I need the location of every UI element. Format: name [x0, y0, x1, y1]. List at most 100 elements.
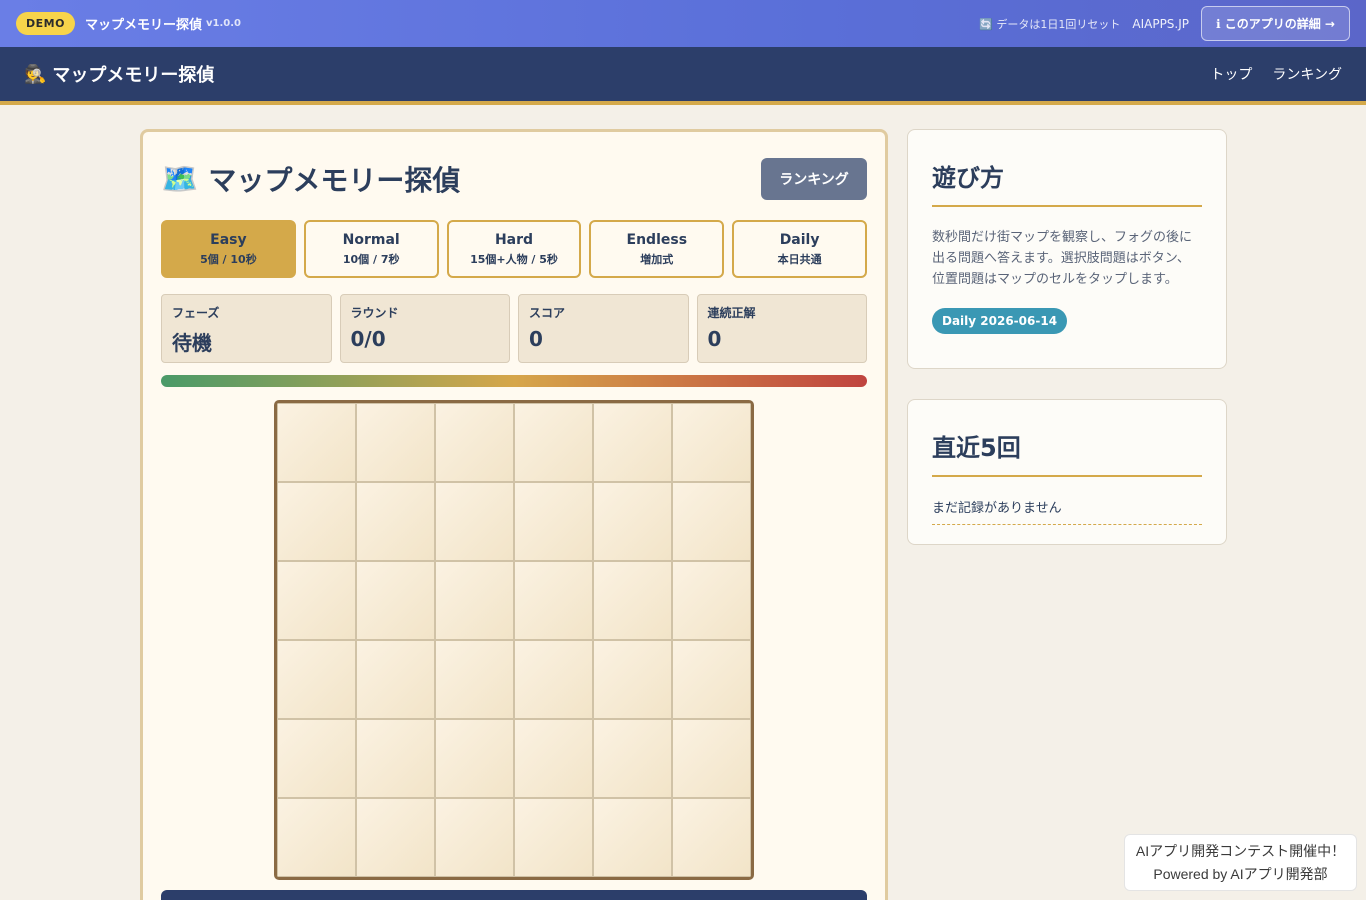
map-cell[interactable] — [277, 482, 356, 561]
map-cell[interactable] — [593, 482, 672, 561]
nav-links: トップ ランキング — [1210, 64, 1342, 84]
map-cell[interactable] — [672, 561, 751, 640]
recent-title: 直近5回 — [932, 428, 1202, 477]
demo-bar: DEMO マップメモリー探偵 v1.0.0 🔄 データは1日1回リセット AIA… — [0, 0, 1366, 47]
page-title-text: マップメモリー探偵 — [208, 164, 461, 197]
action-bar[interactable] — [161, 890, 867, 900]
mode-sub: 増加式 — [640, 252, 674, 266]
mode-name: Normal — [342, 231, 400, 248]
board-wrap — [161, 400, 867, 880]
map-icon: 🗺️ — [161, 161, 199, 197]
map-cell[interactable] — [435, 482, 514, 561]
map-cell[interactable] — [435, 640, 514, 719]
mode-name: Hard — [494, 231, 534, 248]
stat-value: 待機 — [172, 331, 212, 355]
game-panel: 🗺️ マップメモリー探偵 ランキング Easy 5個 / 10秒 Normal … — [140, 129, 888, 900]
map-cell[interactable] — [356, 561, 435, 640]
timer-bar — [161, 375, 867, 387]
map-cell[interactable] — [593, 719, 672, 798]
stat-label: 連続正解 — [707, 306, 756, 320]
recent-panel: 直近5回 まだ記録がありません — [907, 399, 1227, 545]
stat-value: 0 — [707, 327, 722, 351]
stat-label: ラウンド — [350, 306, 399, 320]
map-cell[interactable] — [356, 482, 435, 561]
map-cell[interactable] — [672, 482, 751, 561]
mode-easy[interactable]: Easy 5個 / 10秒 — [161, 220, 296, 278]
app-detail-button[interactable]: ℹ このアプリの詳細 → — [1201, 6, 1350, 41]
mode-sub: 10個 / 7秒 — [342, 252, 400, 266]
map-board — [274, 400, 754, 880]
map-cell[interactable] — [514, 482, 593, 561]
map-cell[interactable] — [593, 561, 672, 640]
map-cell[interactable] — [514, 640, 593, 719]
nav-link-top[interactable]: トップ — [1210, 64, 1252, 84]
mode-name: Daily — [779, 231, 820, 248]
map-cell[interactable] — [356, 719, 435, 798]
mode-normal[interactable]: Normal 10個 / 7秒 — [303, 220, 439, 278]
mode-selector: Easy 5個 / 10秒 Normal 10個 / 7秒 Hard 15個+人… — [161, 220, 867, 278]
stat-round: ラウンド 0/0 — [339, 294, 510, 363]
map-cell[interactable] — [277, 403, 356, 482]
stat-score: スコア 0 — [518, 294, 689, 363]
mode-name: Endless — [626, 231, 688, 248]
map-cell[interactable] — [672, 403, 751, 482]
map-cell[interactable] — [593, 403, 672, 482]
demo-badge: DEMO — [16, 12, 75, 35]
map-cell[interactable] — [435, 403, 514, 482]
howto-title: 遊び方 — [932, 158, 1202, 207]
map-cell[interactable] — [277, 719, 356, 798]
reset-note: 🔄 データは1日1回リセット — [979, 17, 1121, 31]
nav-link-ranking[interactable]: ランキング — [1272, 64, 1342, 84]
daily-badge: Daily 2026-06-14 — [932, 308, 1068, 334]
map-cell[interactable] — [593, 640, 672, 719]
mode-sub: 本日共通 — [777, 252, 822, 266]
stats-row: フェーズ 待機 ラウンド 0/0 スコア 0 連続正解 0 — [161, 294, 867, 363]
mode-hard[interactable]: Hard 15個+人物 / 5秒 — [446, 220, 582, 278]
mode-daily[interactable]: Daily 本日共通 — [732, 220, 867, 278]
map-cell[interactable] — [672, 798, 751, 877]
mode-endless[interactable]: Endless 増加式 — [589, 220, 725, 278]
map-cell[interactable] — [356, 640, 435, 719]
mode-sub: 15個+人物 / 5秒 — [470, 252, 558, 266]
map-cell[interactable] — [514, 403, 593, 482]
map-cell[interactable] — [356, 403, 435, 482]
contest-line-2: Powered by AIアプリ開発部 — [1153, 865, 1328, 882]
page-title: 🗺️ マップメモリー探偵 — [161, 159, 460, 199]
detective-icon: 🕵 — [24, 63, 47, 85]
stat-label: スコア — [529, 306, 566, 320]
map-cell[interactable] — [435, 798, 514, 877]
map-cell[interactable] — [435, 719, 514, 798]
nav-brand[interactable]: 🕵 マップメモリー探偵 — [24, 61, 214, 87]
stat-value: 0 — [529, 327, 543, 351]
demo-app-title: マップメモリー探偵 — [84, 18, 202, 33]
stat-label: フェーズ — [172, 306, 220, 320]
howto-panel: 遊び方 数秒間だけ街マップを観察し、フォグの後に出る問題へ答えます。選択肢問題は… — [907, 129, 1227, 369]
map-cell[interactable] — [593, 798, 672, 877]
map-cell[interactable] — [435, 561, 514, 640]
contest-line-1: AIアプリ開発コンテスト開催中！ — [1135, 842, 1346, 859]
site-link[interactable]: AIAPPS.JP — [1132, 17, 1189, 31]
recent-empty-message: まだ記録がありません — [932, 487, 1202, 525]
map-cell[interactable] — [277, 640, 356, 719]
nav-brand-label: マップメモリー探偵 — [52, 65, 215, 86]
map-cell[interactable] — [514, 719, 593, 798]
mode-sub: 5個 / 10秒 — [200, 252, 257, 266]
map-cell[interactable] — [672, 640, 751, 719]
map-cell[interactable] — [514, 561, 593, 640]
map-cell[interactable] — [277, 798, 356, 877]
main-nav: 🕵 マップメモリー探偵 トップ ランキング — [0, 47, 1366, 105]
map-cell[interactable] — [514, 798, 593, 877]
demo-version: v1.0.0 — [205, 18, 241, 29]
ranking-button[interactable]: ランキング — [761, 158, 867, 200]
game-header: 🗺️ マップメモリー探偵 ランキング — [161, 148, 867, 204]
stat-streak: 連続正解 0 — [696, 294, 867, 363]
contest-banner[interactable]: AIアプリ開発コンテスト開催中！ Powered by AIアプリ開発部 — [1124, 834, 1357, 891]
mode-name: Easy — [210, 231, 247, 248]
stat-phase: フェーズ 待機 — [161, 294, 332, 363]
stat-value: 0/0 — [350, 327, 386, 351]
map-cell[interactable] — [277, 561, 356, 640]
howto-text: 数秒間だけ街マップを観察し、フォグの後に出る問題へ答えます。選択肢問題はボタン、… — [932, 230, 1193, 287]
map-cell[interactable] — [672, 719, 751, 798]
map-cell[interactable] — [356, 798, 435, 877]
demo-bar-right: 🔄 データは1日1回リセット AIAPPS.JP ℹ このアプリの詳細 → — [979, 6, 1350, 41]
